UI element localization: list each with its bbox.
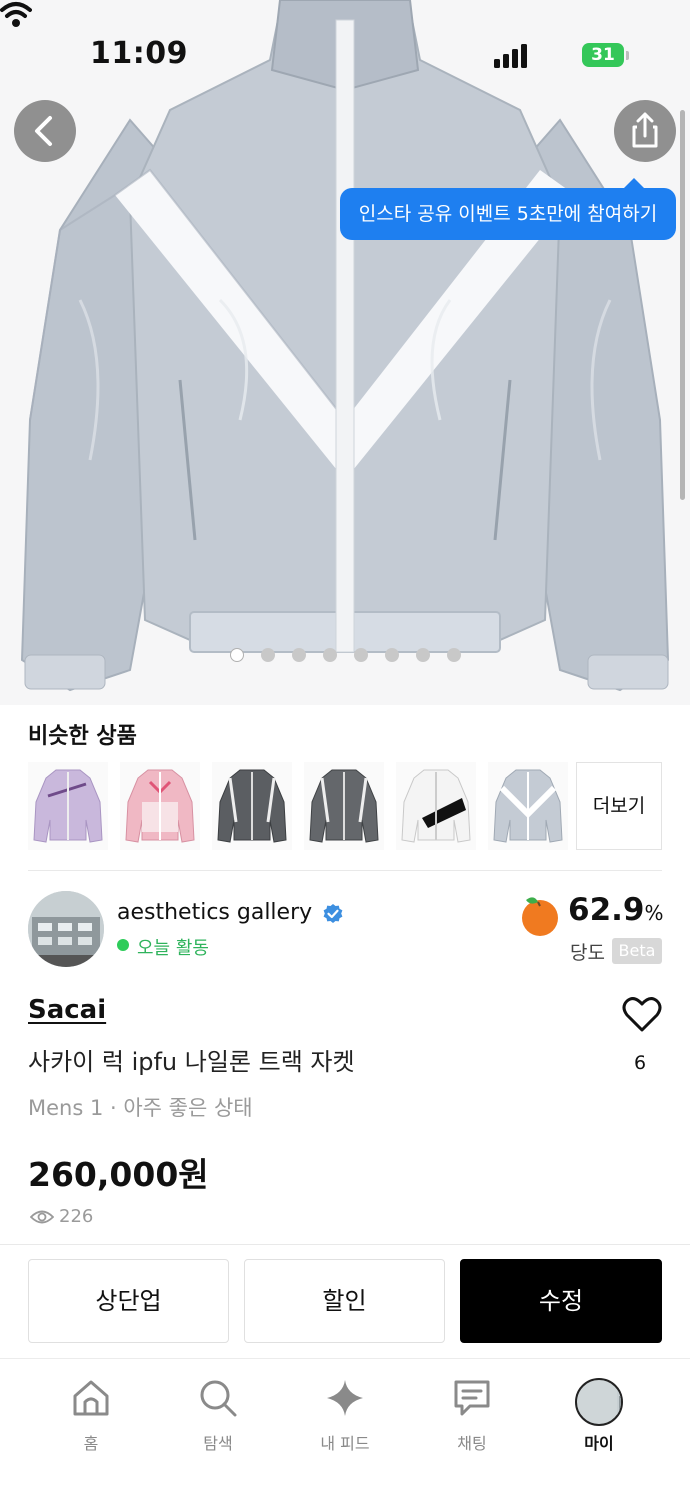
grey-jacket-thumbnail xyxy=(217,769,287,843)
section-divider xyxy=(0,1244,690,1245)
product-title: 사카이 럭 ipfu 나일론 트랙 자켓 xyxy=(28,1048,355,1076)
similar-more-button[interactable]: 더보기 xyxy=(576,762,662,850)
share-event-tooltip[interactable]: 인스타 공유 이벤트 5초만에 참여하기 xyxy=(340,178,676,240)
similar-items-row: 더보기 xyxy=(28,762,690,850)
tab-home-label: 홈 xyxy=(83,1434,99,1453)
eye-icon xyxy=(30,1210,54,1224)
avatar-image xyxy=(617,1380,621,1424)
carousel-dot[interactable] xyxy=(447,648,461,662)
seller-avatar[interactable] xyxy=(28,891,104,967)
verified-badge-icon xyxy=(323,904,343,923)
white-black-jacket-thumbnail xyxy=(401,769,471,843)
share-icon xyxy=(632,112,658,148)
tab-search[interactable]: 탐색 xyxy=(158,1378,278,1458)
heart-icon[interactable] xyxy=(622,996,662,1034)
cellular-signal-icon xyxy=(494,44,530,68)
tab-chat[interactable]: 채팅 xyxy=(412,1378,532,1458)
similar-items-title: 비슷한 상품 xyxy=(28,724,137,749)
product-meta: Mens 1 · 아주 좋은 상태 xyxy=(28,1096,253,1120)
sparkle-icon xyxy=(327,1380,363,1416)
search-icon xyxy=(200,1380,237,1417)
seller-score-unit: % xyxy=(644,901,664,925)
carousel-dot[interactable] xyxy=(354,648,368,662)
similar-item[interactable] xyxy=(304,762,384,850)
tab-search-label: 탐색 xyxy=(203,1434,233,1453)
similar-item[interactable] xyxy=(396,762,476,850)
back-button[interactable] xyxy=(14,100,76,162)
similar-item[interactable] xyxy=(212,762,292,850)
grey-jacket-thumbnail-2 xyxy=(309,769,379,843)
tab-feed[interactable]: 내 피드 xyxy=(285,1378,405,1458)
pink-jacket-thumbnail xyxy=(125,769,195,843)
lavender-jacket-thumbnail xyxy=(33,769,103,843)
tab-my[interactable]: 마이 xyxy=(539,1378,659,1458)
carousel-dot[interactable] xyxy=(416,648,430,662)
peach-icon xyxy=(522,897,558,936)
product-brand-link[interactable]: Sacai xyxy=(28,995,106,1025)
carousel-dot-active[interactable] xyxy=(230,648,244,662)
product-image-carousel[interactable]: 11:09 31 인스타 공유 이벤트 5초만에 참여하기 xyxy=(0,0,690,705)
beta-badge: Beta xyxy=(612,938,662,964)
tab-my-label: 마이 xyxy=(584,1434,614,1453)
carousel-pagination xyxy=(0,648,690,664)
seller-avatar-image xyxy=(28,891,104,967)
clear-grey-jacket-thumbnail xyxy=(493,769,563,843)
chat-icon xyxy=(454,1380,490,1416)
seller-score: 62.9% xyxy=(568,892,664,928)
battery-tip xyxy=(626,51,629,60)
tab-chat-label: 채팅 xyxy=(457,1434,487,1453)
seller-activity: 오늘 활동 xyxy=(137,938,209,959)
seller-score-label: 당도 xyxy=(570,942,605,964)
similar-item[interactable] xyxy=(488,762,568,850)
wifi-icon xyxy=(0,2,32,27)
seller-name[interactable]: aesthetics gallery xyxy=(117,900,312,925)
share-button[interactable] xyxy=(614,100,676,162)
like-count: 6 xyxy=(634,1052,647,1074)
view-count-value: 226 xyxy=(59,1206,94,1227)
tab-home[interactable]: 홈 xyxy=(31,1378,151,1458)
avatar xyxy=(575,1378,623,1426)
carousel-dot[interactable] xyxy=(261,648,275,662)
home-icon xyxy=(73,1380,109,1416)
battery-indicator: 31 xyxy=(582,43,624,67)
tabbar-divider xyxy=(0,1358,690,1359)
carousel-dot[interactable] xyxy=(385,648,399,662)
seller-score-value: 62.9 xyxy=(568,892,645,928)
chevron-left-icon xyxy=(35,116,52,146)
discount-button[interactable]: 할인 xyxy=(244,1259,445,1343)
carousel-dot[interactable] xyxy=(323,648,337,662)
status-time: 11:09 xyxy=(90,36,188,71)
edit-button[interactable]: 수정 xyxy=(460,1259,662,1343)
active-status-dot xyxy=(117,939,129,951)
similar-item[interactable] xyxy=(28,762,108,850)
tab-feed-label: 내 피드 xyxy=(320,1434,370,1453)
bump-button[interactable]: 상단업 xyxy=(28,1259,229,1343)
similar-item[interactable] xyxy=(120,762,200,850)
product-price: 260,000원 xyxy=(28,1155,209,1194)
scroll-indicator xyxy=(680,110,685,500)
carousel-dot[interactable] xyxy=(292,648,306,662)
status-bar: 11:09 31 xyxy=(0,0,690,110)
section-divider xyxy=(28,870,662,871)
